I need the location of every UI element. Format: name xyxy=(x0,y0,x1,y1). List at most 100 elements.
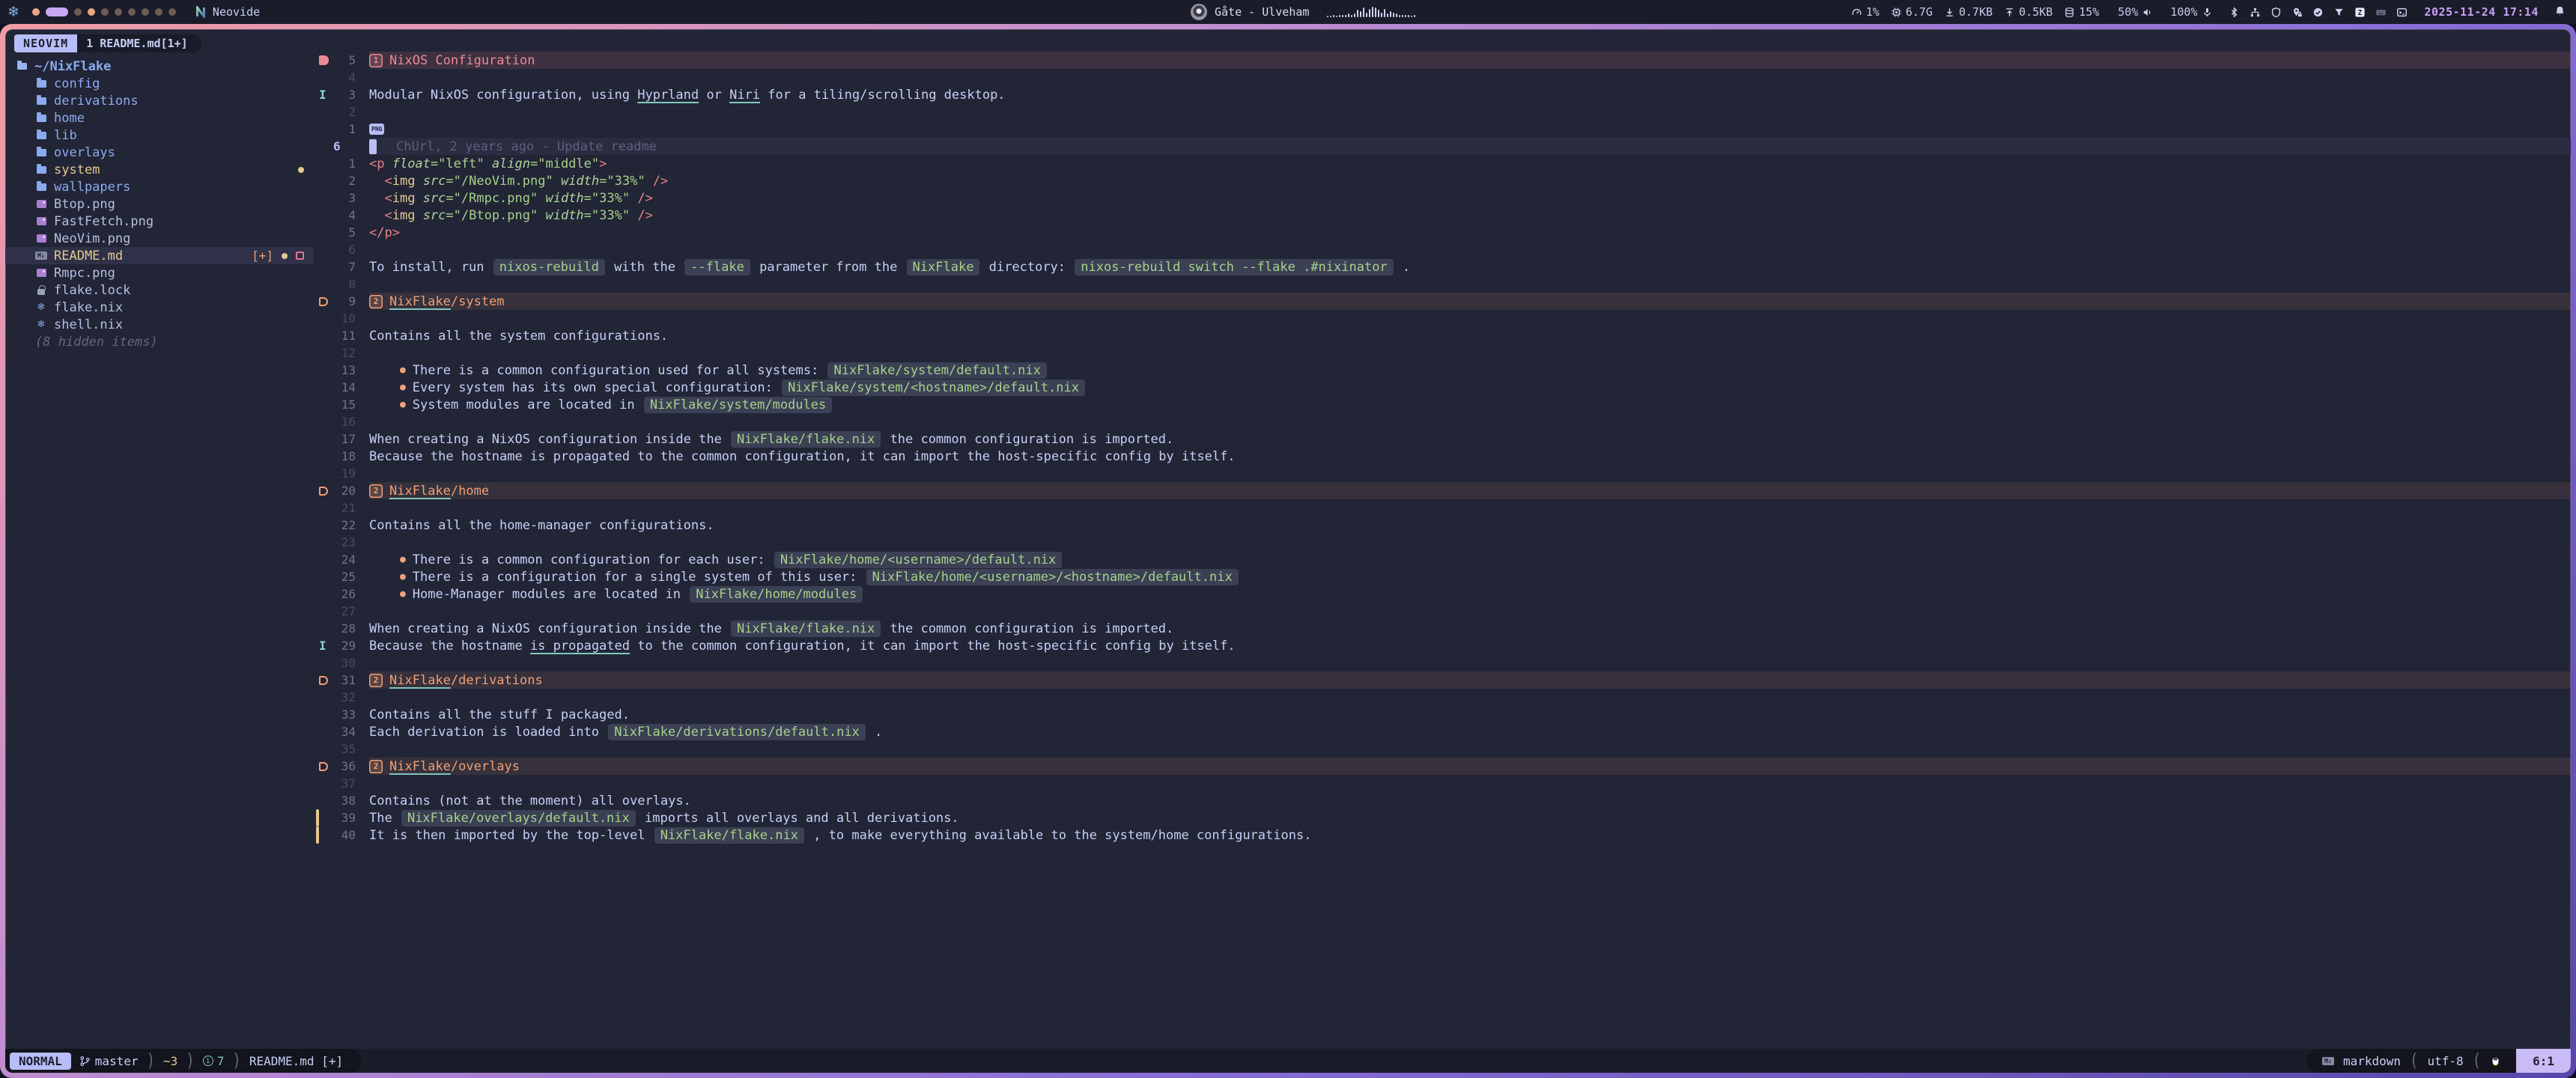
editor-line[interactable]: 92NixFlake/system xyxy=(314,293,2571,310)
volume-indicator[interactable]: 50% xyxy=(2118,5,2153,19)
network-nodes-icon[interactable] xyxy=(2250,7,2261,18)
workspace-dot[interactable] xyxy=(168,8,176,16)
editor-line[interactable]: 13 ●There is a common configuration used… xyxy=(314,362,2571,379)
tree-item-config[interactable]: config xyxy=(5,75,314,92)
bell-icon[interactable] xyxy=(2554,5,2566,19)
tree-item-system[interactable]: system xyxy=(5,161,314,178)
heading-link[interactable]: NixFlake xyxy=(389,759,451,774)
workspace-dot[interactable] xyxy=(128,8,136,16)
heading-link[interactable]: NixFlake xyxy=(389,294,451,309)
editor-line[interactable]: I3Modular NixOS configuration, using Hyp… xyxy=(314,86,2571,103)
link-text[interactable]: Niri xyxy=(729,88,760,103)
editor-line[interactable]: 26 ●Home-Manager modules are located in … xyxy=(314,585,2571,603)
tree-item-rmpc-png[interactable]: Rmpc.png xyxy=(5,264,314,281)
editor-line[interactable]: 33Contains all the stuff I packaged. xyxy=(314,706,2571,723)
editor-line[interactable]: 1PNG xyxy=(314,121,2571,138)
editor-line[interactable]: 7To install, run nixos-rebuild with the … xyxy=(314,258,2571,275)
editor-line[interactable]: 25 ●There is a configuration for a singl… xyxy=(314,568,2571,585)
buffer-indicator-icon[interactable] xyxy=(296,252,304,260)
microphone-indicator[interactable]: 100% xyxy=(2170,5,2212,19)
tree-item-flake-nix[interactable]: ❄flake.nix xyxy=(5,299,314,316)
editor-line[interactable]: 35 xyxy=(314,740,2571,758)
link-text[interactable]: Hyprland xyxy=(637,88,699,103)
tree-item-overlays[interactable]: overlays xyxy=(5,144,314,161)
location-lock-icon[interactable] xyxy=(2291,7,2303,18)
editor-line[interactable]: 27 xyxy=(314,603,2571,620)
tree-item-label: FastFetch.png xyxy=(54,214,154,229)
keyboard-icon[interactable] xyxy=(2375,7,2387,18)
terminal-icon[interactable] xyxy=(2396,7,2408,18)
heading-link[interactable]: NixFlake xyxy=(389,673,451,688)
bluetooth-icon[interactable] xyxy=(2229,7,2240,18)
verified-check-icon[interactable] xyxy=(2312,7,2324,18)
editor-line[interactable]: 6 xyxy=(314,241,2571,258)
editor-line[interactable]: 51NixOS Configuration xyxy=(314,52,2571,69)
tree-item-readme-md[interactable]: M↓README.md[+] xyxy=(5,247,314,264)
editor-line[interactable]: 202NixFlake/home xyxy=(314,482,2571,499)
editor-line[interactable]: 18Because the hostname is propagated to … xyxy=(314,448,2571,465)
editor-line[interactable]: 32 xyxy=(314,689,2571,706)
album-art[interactable] xyxy=(1191,4,1207,20)
tab-readme[interactable]: 1 README.md[1+] xyxy=(77,34,201,52)
tree-item-flake-lock[interactable]: flake.lock xyxy=(5,281,314,299)
tree-item-shell-nix[interactable]: ❄shell.nix xyxy=(5,316,314,333)
workspace-dot[interactable] xyxy=(101,8,109,16)
editor-line[interactable]: 11Contains all the system configurations… xyxy=(314,327,2571,344)
now-playing-title[interactable]: Gåte - Ulveham xyxy=(1215,5,1309,19)
editor-line[interactable]: 14 ●Every system has its own special con… xyxy=(314,379,2571,396)
editor-line[interactable]: 37 xyxy=(314,775,2571,792)
workspace-dot[interactable] xyxy=(155,8,162,16)
workspace-dot[interactable] xyxy=(115,8,122,16)
editor-line[interactable]: 1<p float="left" align="middle"> xyxy=(314,155,2571,172)
editor-line[interactable]: 4 <img src="/Btop.png" width="33%" /> xyxy=(314,207,2571,224)
workspace-dot[interactable] xyxy=(88,8,95,16)
editor-line[interactable]: 12 xyxy=(314,344,2571,362)
editor-line[interactable]: 15 ●System modules are located in NixFla… xyxy=(314,396,2571,413)
editor-line[interactable]: 21 xyxy=(314,499,2571,517)
editor-line[interactable]: 38Contains (not at the moment) all overl… xyxy=(314,792,2571,809)
editor-line[interactable]: 16 xyxy=(314,413,2571,430)
tree-item-home[interactable]: home xyxy=(5,109,314,127)
tree-item-wallpapers[interactable]: wallpapers xyxy=(5,178,314,195)
workspace-dot[interactable] xyxy=(74,8,82,16)
editor-line[interactable]: 2 xyxy=(314,103,2571,121)
tree-item-lib[interactable]: lib xyxy=(5,127,314,144)
editor-line[interactable]: 19 xyxy=(314,465,2571,482)
editor-line[interactable]: 30 xyxy=(314,654,2571,672)
editor-line[interactable]: 23 xyxy=(314,534,2571,551)
editor-line[interactable]: 2 <img src="/NeoVim.png" width="33%" /> xyxy=(314,172,2571,189)
editor-line[interactable]: 24 ●There is a common configuration for … xyxy=(314,551,2571,568)
heading-link[interactable]: NixFlake xyxy=(389,484,451,499)
editor-line[interactable]: 312NixFlake/derivations xyxy=(314,672,2571,689)
editor-line[interactable]: 17When creating a NixOS configuration in… xyxy=(314,430,2571,448)
editor-line[interactable]: 4 xyxy=(314,69,2571,86)
heading-2-icon: 2 xyxy=(369,484,383,498)
tree-item-label: NeoVim.png xyxy=(54,231,130,246)
tree-item-fastfetch-png[interactable]: FastFetch.png xyxy=(5,213,314,230)
media-player-module[interactable]: Gåte - Ulveham xyxy=(1191,0,1415,24)
tree-item-derivations[interactable]: derivations xyxy=(5,92,314,109)
editor-line[interactable]: 3 <img src="/Rmpc.png" width="33%" /> xyxy=(314,189,2571,207)
editor-line[interactable]: 6ChUrl, 2 years ago - Update readme xyxy=(314,138,2571,155)
vpn-icon[interactable] xyxy=(2333,7,2345,18)
editor-line[interactable]: 5</p> xyxy=(314,224,2571,241)
line-text: 2NixFlake/derivations xyxy=(369,672,2571,689)
editor-line[interactable]: 362NixFlake/overlays xyxy=(314,758,2571,775)
editor-line[interactable]: 8 xyxy=(314,275,2571,293)
editor-line[interactable]: 34Each derivation is loaded into NixFlak… xyxy=(314,723,2571,740)
tree-item-neovim-png[interactable]: NeoVim.png xyxy=(5,230,314,247)
workspace-dot[interactable] xyxy=(32,8,40,16)
workspace-active[interactable] xyxy=(46,7,68,16)
tree-item-btop-png[interactable]: Btop.png xyxy=(5,195,314,213)
tree-item--nixflake[interactable]: ~/NixFlake xyxy=(5,58,314,75)
editor-line[interactable]: 22Contains all the home-manager configur… xyxy=(314,517,2571,534)
editor-line[interactable]: 39The NixFlake/overlays/default.nix impo… xyxy=(314,809,2571,826)
editor-line[interactable]: 10 xyxy=(314,310,2571,327)
workspace-dot[interactable] xyxy=(142,8,149,16)
editor-line[interactable]: 28When creating a NixOS configuration in… xyxy=(314,620,2571,637)
link-text[interactable]: is propagated xyxy=(530,639,630,654)
shield-icon[interactable] xyxy=(2270,7,2282,18)
editor-line[interactable]: 40It is then imported by the top-level N… xyxy=(314,826,2571,844)
editor-line[interactable]: I29Because the hostname is propagated to… xyxy=(314,637,2571,654)
zellij-icon[interactable]: Z xyxy=(2354,7,2366,18)
